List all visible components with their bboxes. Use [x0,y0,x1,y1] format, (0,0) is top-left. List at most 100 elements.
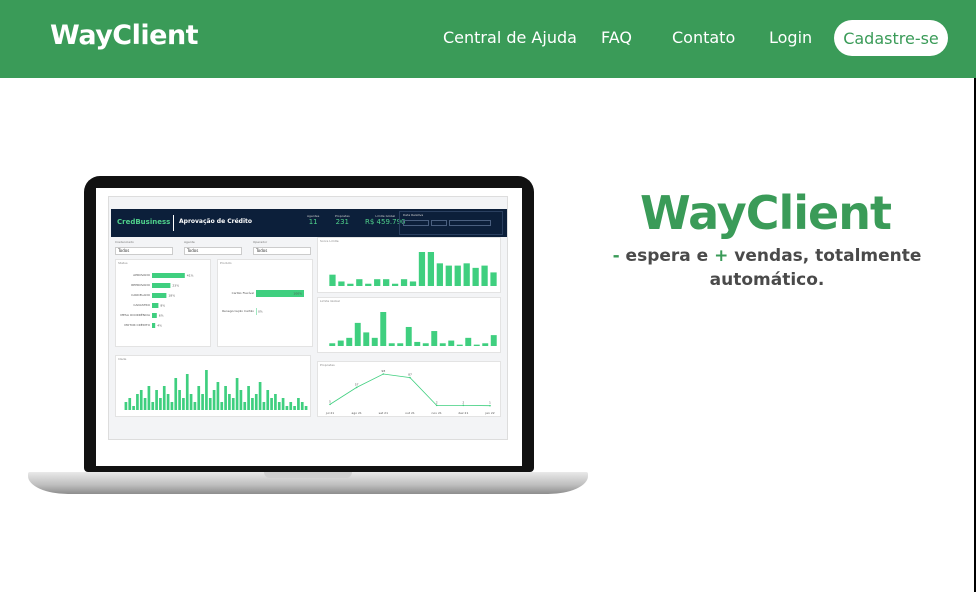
bar [132,406,135,410]
dashboard-title: Aprovação de Crédito [179,218,253,225]
bar [243,402,247,410]
propostas-point-label: 1 [489,401,491,405]
propostas-line [329,373,491,407]
propostas-x-tick: dez 21 [458,411,468,415]
bar [224,386,227,410]
bar [197,386,201,410]
header-divider [173,215,174,231]
nav-link-contact[interactable]: Contato [672,28,735,47]
signup-button[interactable]: Cadastre-se [834,20,948,56]
laptop-mockup: CredBusiness Aprovação de Crédito Agente… [28,176,588,502]
bar [363,332,370,346]
bar [329,274,336,286]
propostas-point [462,404,465,407]
idade-bar-chart [124,370,308,410]
bar [285,406,289,410]
bar [216,382,220,410]
bar [445,265,452,286]
bar [289,402,293,410]
status-row-label: MESA OCORRÊNCIA [120,312,151,317]
bar [482,343,489,346]
propostas-point [329,403,331,406]
minus-sign: - [612,246,620,266]
dashboard-header: CredBusiness Aprovação de Crédito Agente… [111,209,507,237]
propostas-point-label: 5 [329,399,331,403]
propostas-x-tick: set 21 [379,411,388,415]
select-operador[interactable]: Todos [253,247,311,255]
status-value-label: 4% [157,324,162,328]
bar [422,343,429,346]
propostas-point [435,404,438,407]
bar [391,283,399,286]
bar [281,398,285,410]
bar [220,402,224,410]
subtitle-part-2: vendas, totalmente automático. [709,246,922,290]
status-value-label: 18% [168,294,175,298]
propostas-point-label: 2 [436,400,438,404]
bar [124,402,128,410]
bar [162,386,166,410]
bar [400,279,408,286]
select-agente[interactable]: Todos [184,247,242,255]
produto-bar-chart: Cartão Flexível 100% Renegociação Cartão 0% [222,290,304,315]
bar [481,265,488,286]
propostas-point-label: 2 [462,400,464,404]
bar [465,337,472,346]
bar [254,394,258,410]
nav-link-login[interactable]: Login [769,28,812,47]
propostas-point [382,373,385,375]
bar [266,390,270,410]
bar [159,398,162,410]
bar [193,402,197,410]
bar [239,390,243,410]
bar [170,402,174,410]
laptop-notch [264,472,352,478]
status-bar [152,313,157,318]
main-nav: Central de Ajuda FAQ Contato Login [0,0,976,78]
bar [380,312,387,346]
subtitle-part-1: espera e [619,246,715,266]
bar [338,281,345,286]
panel-idade: Idade [115,355,311,417]
bar [463,263,470,286]
laptop-screen: CredBusiness Aprovação de Crédito Agente… [96,188,522,466]
status-bar [152,283,171,288]
produto-row-label: Renegociação Cartão [222,309,254,313]
bar [374,279,381,286]
select-credenciado[interactable]: Todos [115,247,173,255]
select-label-credenciado: Credenciado [115,240,134,244]
panel-status: Status APROVADO 41% REPROVADO 23% CANCELADO 1… [115,259,211,347]
status-row-label: REPROVADO [131,283,150,287]
laptop-lid: CredBusiness Aprovação de Crédito Agente… [84,176,534,472]
bar [228,394,231,410]
bar [189,394,193,410]
bar [347,283,354,286]
bar [405,326,412,346]
status-value-label: 41% [187,274,194,278]
hero-subtitle: - espera e + vendas, totalmente automáti… [604,244,930,292]
dashboard-brand: CredBusiness [117,218,171,226]
nav-link-faq[interactable]: FAQ [601,28,632,47]
panel-score: Score Limite [317,237,501,293]
bar [201,394,204,410]
bar [151,402,155,410]
status-bar-chart: APROVADO 41% REPROVADO 23% CANCELADO 18% CADAS… [120,273,194,328]
status-row-label: CADASTRO [133,303,150,307]
select-label-operador: Operador [253,240,268,244]
bar [473,344,480,346]
bar [456,344,463,346]
status-value-label: 8% [160,304,165,308]
bar [143,398,147,410]
bar [427,252,435,286]
plus-sign: + [714,246,729,266]
date-filter[interactable]: Data Relativa [399,211,503,235]
bar [329,343,336,346]
nav-link-help-center[interactable]: Central de Ajuda [443,28,577,47]
panel-limite: Limite Global [317,297,501,353]
bar [166,394,170,410]
bar [178,390,181,410]
bar [258,382,262,410]
bar [454,265,461,286]
bar [235,378,239,410]
panel-produto: Produto Cartão Flexível 100% Renegociação … [217,259,313,347]
